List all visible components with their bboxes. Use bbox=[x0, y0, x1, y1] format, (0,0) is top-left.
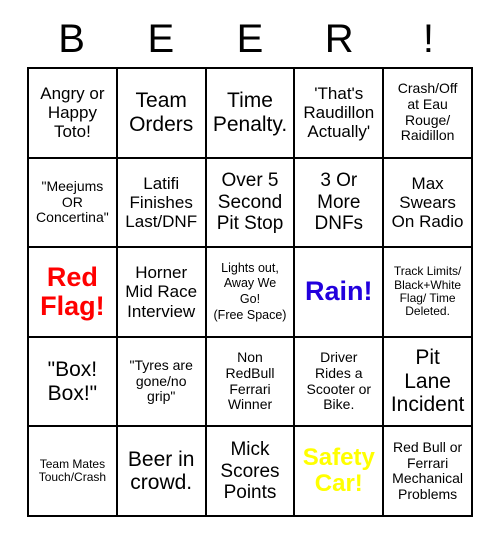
bingo-cell-label: Driver Rides a Scooter or Bike. bbox=[306, 349, 372, 413]
bingo-cell-r4-c2[interactable]: "Tyres are gone/no grip" bbox=[117, 337, 207, 428]
bingo-cell-r3-c3[interactable]: Lights out, Away We Go! (Free Space) bbox=[206, 248, 296, 338]
bingo-cell-label: Crash/Off at Eau Rouge/ Raidillon bbox=[397, 80, 458, 144]
bingo-cell-r5-c3[interactable]: Mick Scores Points bbox=[206, 427, 296, 517]
bingo-header-row: B E E R ! bbox=[27, 12, 473, 66]
bingo-cell-r1-c5[interactable]: Crash/Off at Eau Rouge/ Raidillon bbox=[384, 69, 473, 159]
bingo-cell-r1-c2[interactable]: Team Orders bbox=[117, 69, 207, 159]
bingo-cell-r5-c1[interactable]: Team Mates Touch/Crash bbox=[29, 427, 118, 517]
bingo-card: B E E R ! Angry or Happy Toto! Team Order… bbox=[0, 0, 500, 544]
bingo-cell-label: Team Mates Touch/Crash bbox=[38, 456, 107, 485]
bingo-cell-r3-c4[interactable]: Rain! bbox=[295, 248, 385, 338]
bingo-cell-label: Mick Scores Points bbox=[220, 439, 280, 503]
bingo-cell-label: Pit Lane Incident bbox=[390, 346, 465, 417]
bingo-cell-label: Horner Mid Race Interview bbox=[125, 263, 198, 321]
bingo-cell-r5-c5[interactable]: Red Bull or Ferrari Mechanical Problems bbox=[384, 427, 473, 517]
bingo-cell-label: 'That's Raudillon Actually' bbox=[303, 84, 375, 142]
bingo-header-letter-e2: E bbox=[236, 17, 264, 61]
bingo-cell-label: Beer in crowd. bbox=[127, 447, 195, 495]
bingo-cell-r2-c5[interactable]: Max Swears On Radio bbox=[384, 158, 473, 249]
bingo-cell-r4-c1[interactable]: "Box! Box!" bbox=[29, 337, 118, 428]
bingo-cell-r5-c4[interactable]: Safety Car! bbox=[295, 427, 385, 517]
bingo-cell-label: Time Penalty. bbox=[212, 89, 288, 136]
bingo-header-letter-e1: E bbox=[147, 17, 175, 61]
bingo-cell-label: Over 5 Second Pit Stop bbox=[216, 170, 284, 235]
bingo-cell-label: Safety Car! bbox=[302, 444, 375, 498]
bingo-grid: Angry or Happy Toto! Team Orders Time Pena… bbox=[27, 67, 473, 517]
bingo-cell-label: Rain! bbox=[305, 276, 373, 307]
bingo-cell-label: Angry or Happy Toto! bbox=[40, 84, 105, 142]
bingo-cell-r4-c4[interactable]: Driver Rides a Scooter or Bike. bbox=[295, 337, 385, 428]
bingo-header-letter-r: R bbox=[324, 17, 354, 61]
bingo-cell-r3-c2[interactable]: Horner Mid Race Interview bbox=[117, 248, 207, 338]
bingo-cell-r1-c1[interactable]: Angry or Happy Toto! bbox=[29, 69, 118, 159]
bingo-cell-r2-c2[interactable]: Latifi Finishes Last/DNF bbox=[117, 158, 207, 249]
bingo-cell-label: Non RedBull Ferrari Winner bbox=[225, 349, 275, 413]
bingo-cell-label: Max Swears On Radio bbox=[391, 173, 464, 231]
bingo-cell-label: "Tyres are gone/no grip" bbox=[129, 357, 193, 405]
bingo-cell-label: Red Flag! bbox=[40, 261, 105, 321]
bingo-cell-label: "Meejums OR Concertina" bbox=[36, 177, 109, 226]
bingo-cell-r5-c2[interactable]: Beer in crowd. bbox=[117, 427, 207, 517]
bingo-cell-label: Red Bull or Ferrari Mechanical Problems bbox=[392, 438, 463, 502]
bingo-cell-r1-c4[interactable]: 'That's Raudillon Actually' bbox=[295, 69, 385, 159]
bingo-cell-label: "Box! Box!" bbox=[47, 358, 98, 405]
bingo-cell-r2-c4[interactable]: 3 Or More DNFs bbox=[295, 158, 385, 249]
bingo-cell-r3-c5[interactable]: Track Limits/ Black+White Flag/ Time Del… bbox=[384, 248, 473, 338]
bingo-cell-r3-c1[interactable]: Red Flag! bbox=[29, 248, 118, 338]
bingo-cell-r4-c3[interactable]: Non RedBull Ferrari Winner bbox=[206, 337, 296, 428]
bingo-cell-r4-c5[interactable]: Pit Lane Incident bbox=[384, 337, 473, 428]
bingo-header-letter-excl: ! bbox=[422, 17, 434, 61]
bingo-header-letter-b: B bbox=[58, 17, 85, 61]
bingo-cell-label: Track Limits/ Black+White Flag/ Time Del… bbox=[393, 264, 462, 319]
bingo-cell-r2-c1[interactable]: "Meejums OR Concertina" bbox=[29, 158, 118, 249]
bingo-cell-label: 3 Or More DNFs bbox=[314, 170, 364, 235]
bingo-cell-label: Lights out, Away We Go! (Free Space) bbox=[213, 260, 287, 322]
bingo-cell-r2-c3[interactable]: Over 5 Second Pit Stop bbox=[206, 158, 296, 249]
bingo-cell-r1-c3[interactable]: Time Penalty. bbox=[206, 69, 296, 159]
bingo-cell-label: Latifi Finishes Last/DNF bbox=[125, 173, 198, 231]
bingo-cell-label: Team Orders bbox=[129, 89, 194, 136]
